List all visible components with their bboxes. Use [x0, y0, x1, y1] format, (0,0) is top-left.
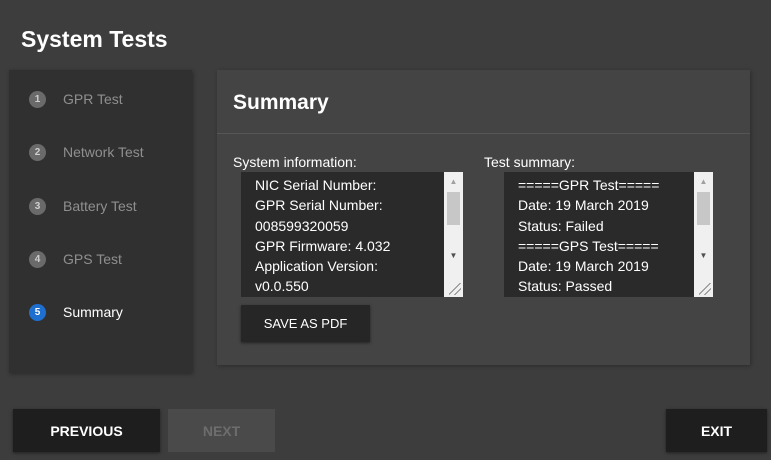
heading-divider	[217, 133, 750, 134]
step-label: GPR Test	[63, 91, 123, 107]
previous-button[interactable]: PREVIOUS	[13, 409, 160, 452]
scrollbar-thumb[interactable]	[697, 192, 710, 225]
steps-sidebar: 1 GPR Test 2 Network Test 3 Battery Test…	[9, 70, 192, 373]
system-info-line: 008599320059	[255, 217, 349, 234]
step-network-test[interactable]: 2 Network Test	[29, 140, 144, 164]
test-summary-line: Status: Failed	[518, 217, 604, 234]
test-summary-line: Status: Passed	[518, 278, 613, 295]
test-summary-line: Date: 19 March 2019	[518, 197, 649, 214]
window-title: System Tests	[21, 26, 168, 52]
system-info-textarea[interactable]: NIC Serial Number: GPR Serial Number: 00…	[241, 172, 463, 297]
step-label: Summary	[63, 304, 123, 320]
system-info-line: GPR Firmware: 4.032	[255, 237, 391, 254]
scroll-down-arrow-icon[interactable]: ▼	[694, 248, 713, 265]
system-info-line: GPR Serial Number:	[255, 197, 383, 214]
system-info-lines: NIC Serial Number: GPR Serial Number: 00…	[255, 175, 390, 297]
scrollbar-thumb[interactable]	[447, 192, 460, 225]
next-button[interactable]: NEXT	[168, 409, 275, 452]
step-gps-test[interactable]: 4 GPS Test	[29, 247, 122, 271]
step-number-badge: 1	[29, 90, 46, 108]
test-summary-line: Date: 19 March 2019	[518, 258, 649, 275]
step-number-badge: 5	[29, 303, 46, 321]
step-gpr-test[interactable]: 1 GPR Test	[29, 87, 123, 111]
test-summary-line: =====GPR Test=====	[518, 177, 660, 193]
step-number-badge: 3	[29, 197, 46, 215]
test-summary-lines: =====GPR Test===== Date: 19 March 2019 S…	[518, 175, 659, 297]
system-info-label: System information:	[233, 154, 357, 170]
system-info-line: v0.0.550	[255, 278, 309, 295]
scroll-down-arrow-icon[interactable]: ▼	[444, 248, 463, 265]
test-summary-label: Test summary:	[484, 154, 576, 170]
step-label: GPS Test	[63, 251, 122, 267]
scroll-up-arrow-icon[interactable]: ▲	[444, 174, 463, 191]
resize-grip-icon[interactable]	[699, 283, 711, 295]
test-summary-line: =====GPS Test=====	[518, 237, 659, 254]
exit-button[interactable]: EXIT	[666, 409, 767, 452]
save-as-pdf-button[interactable]: SAVE AS PDF	[241, 305, 370, 342]
system-info-scrollbar[interactable]: ▲ ▼	[444, 172, 463, 297]
test-summary-scrollbar[interactable]: ▲ ▼	[694, 172, 713, 297]
system-info-line: NIC Serial Number:	[255, 177, 377, 193]
resize-grip-icon[interactable]	[449, 283, 461, 295]
step-summary[interactable]: 5 Summary	[29, 300, 123, 324]
step-number-badge: 2	[29, 143, 46, 161]
step-battery-test[interactable]: 3 Battery Test	[29, 194, 137, 218]
test-summary-textarea[interactable]: =====GPR Test===== Date: 19 March 2019 S…	[504, 172, 713, 297]
step-number-badge: 4	[29, 250, 46, 268]
title-bar: System Tests	[0, 0, 771, 68]
step-label: Battery Test	[63, 198, 137, 214]
scroll-up-arrow-icon[interactable]: ▲	[694, 174, 713, 191]
panel-heading: Summary	[233, 91, 329, 114]
system-info-line: Application Version:	[255, 258, 378, 275]
summary-panel: Summary System information: NIC Serial N…	[217, 70, 750, 365]
step-label: Network Test	[63, 144, 144, 160]
